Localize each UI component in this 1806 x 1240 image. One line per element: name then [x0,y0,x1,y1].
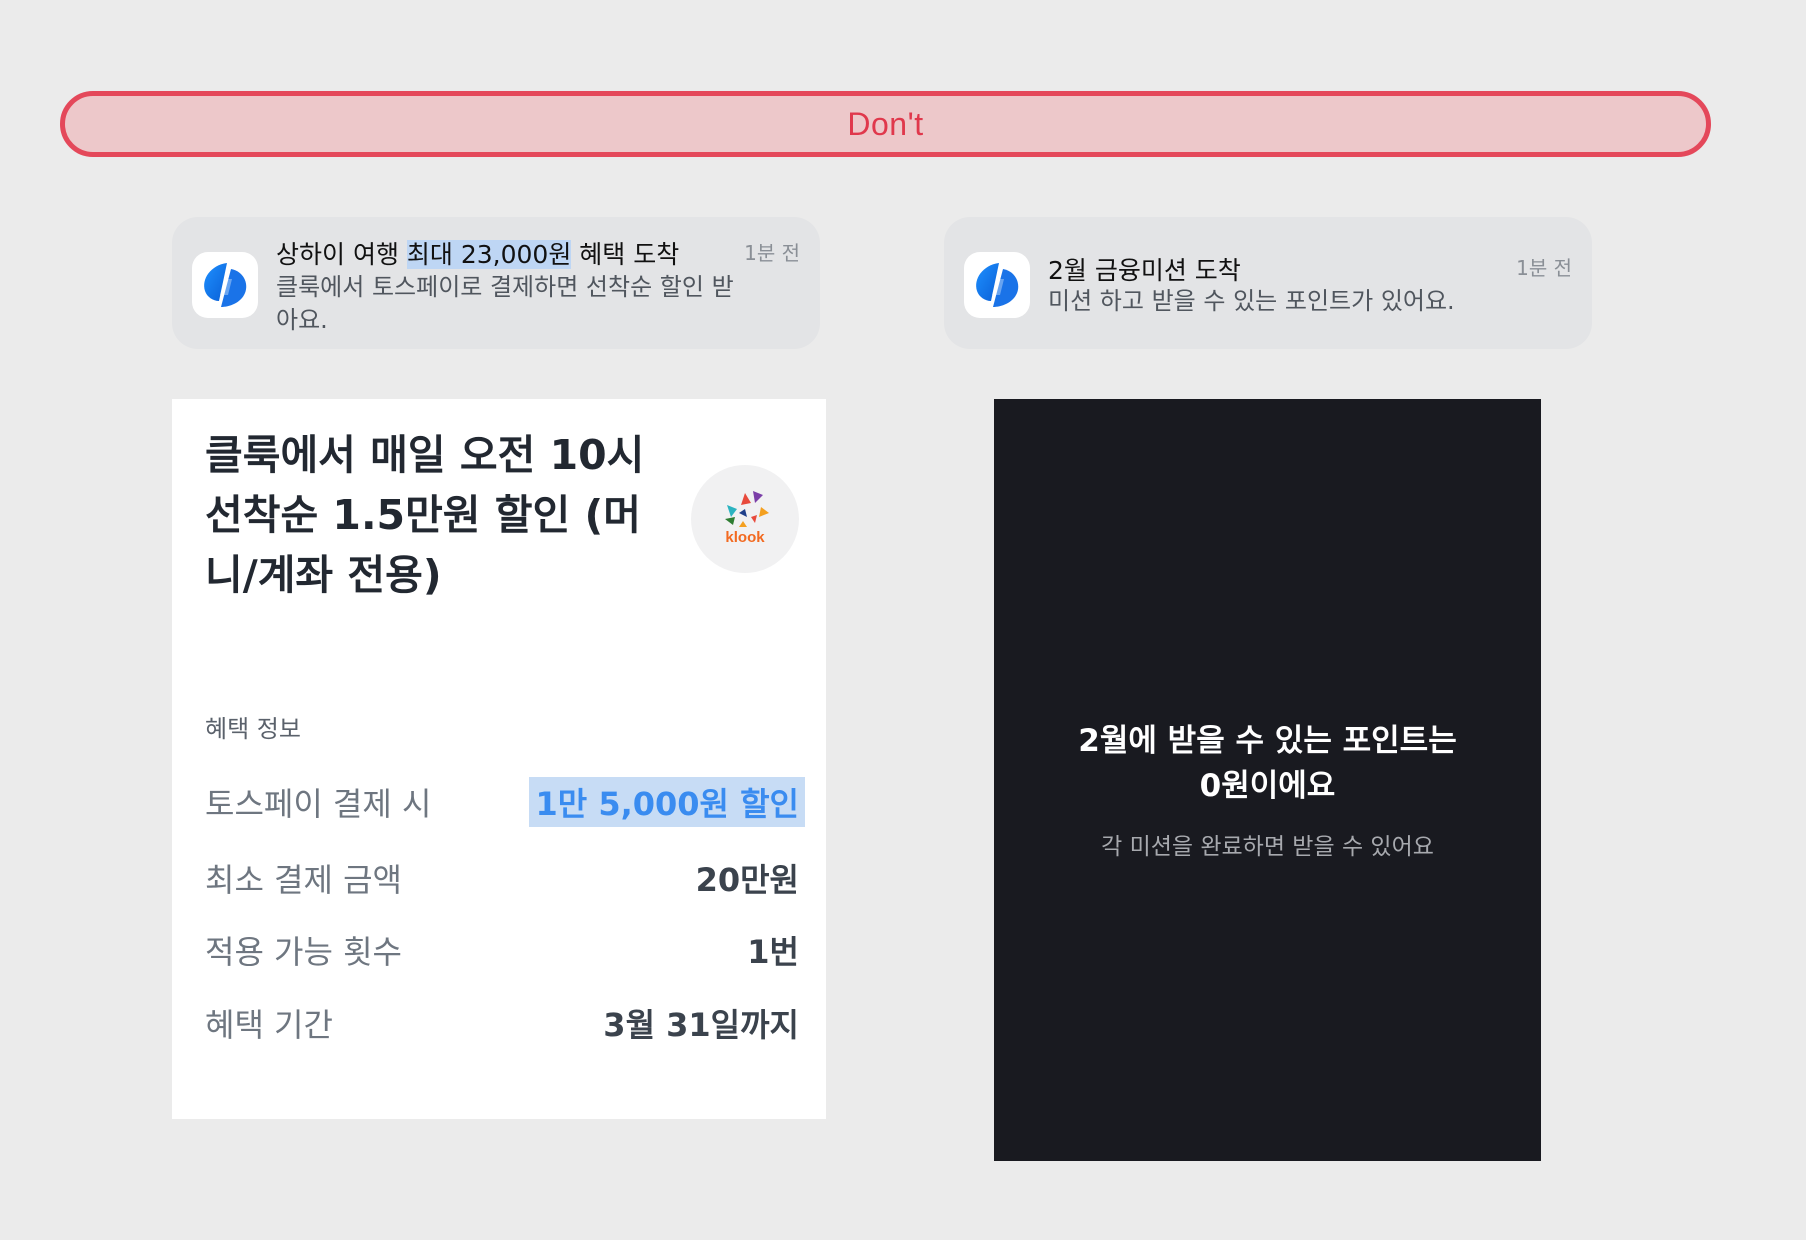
banner-label: Don't [847,105,924,142]
notification-title-highlight: 최대 23,000원 [406,240,572,269]
row-value-period: 3월 31일까지 [603,1006,799,1044]
dont-banner: Don't [60,91,1711,157]
benefit-title: 클룩에서 매일 오전 10시 선착순 1.5만원 할인 (머니/계좌 전용) [205,431,645,599]
notification-title-suffix: 혜택 도착 [571,240,680,269]
row-label-min-amount: 최소 결제 금액 [205,861,402,899]
row-value-min-amount: 20만원 [695,861,799,899]
points-title-line1: 2월에 받을 수 있는 포인트는 [1078,723,1457,759]
notification-time: 1분 전 [1516,256,1572,280]
row-label-usage-count: 적용 가능 횟수 [205,933,402,971]
toss-logo-icon [192,252,258,318]
notification-title: 상하이 여행 최대 23,000원 혜택 도착 [276,235,679,271]
klook-mark-icon [725,491,769,527]
klook-logo: klook [691,465,799,573]
section-label: 혜택 정보 [205,715,301,743]
notification-card-mission[interactable]: 2월 금융미션 도착 미션 하고 받을 수 있는 포인트가 있어요. 1분 전 [944,217,1592,349]
points-title-line2: 0원이에요 [1199,768,1336,804]
points-dark-card: 2월에 받을 수 있는 포인트는 0원이에요 각 미션을 완료하면 받을 수 있… [994,399,1541,1161]
row-label-period: 혜택 기간 [205,1006,333,1044]
notification-body: 미션 하고 받을 수 있는 포인트가 있어요. [1048,287,1455,315]
notification-title: 2월 금융미션 도착 [1048,256,1241,285]
benefit-detail-card: 클룩에서 매일 오전 10시 선착순 1.5만원 할인 (머니/계좌 전용) k… [172,399,826,1119]
notification-title-prefix: 상하이 여행 [276,240,407,269]
klook-logo-text: klook [725,529,765,546]
notification-time: 1분 전 [744,241,800,265]
row-value-usage-count: 1번 [747,933,799,971]
row-value-discount: 1만 5,000원 할인 [529,777,805,827]
points-subtitle: 각 미션을 완료하면 받을 수 있어요 [1101,834,1434,860]
points-title: 2월에 받을 수 있는 포인트는 0원이에요 [994,719,1541,809]
notification-card-travel[interactable]: 상하이 여행 최대 23,000원 혜택 도착 클룩에서 토스페이로 결제하면 … [172,217,820,349]
toss-logo-icon [964,252,1030,318]
notification-body: 클룩에서 토스페이로 결제하면 선착순 할인 받아요. [276,273,734,334]
row-label-payment: 토스페이 결제 시 [205,785,432,823]
